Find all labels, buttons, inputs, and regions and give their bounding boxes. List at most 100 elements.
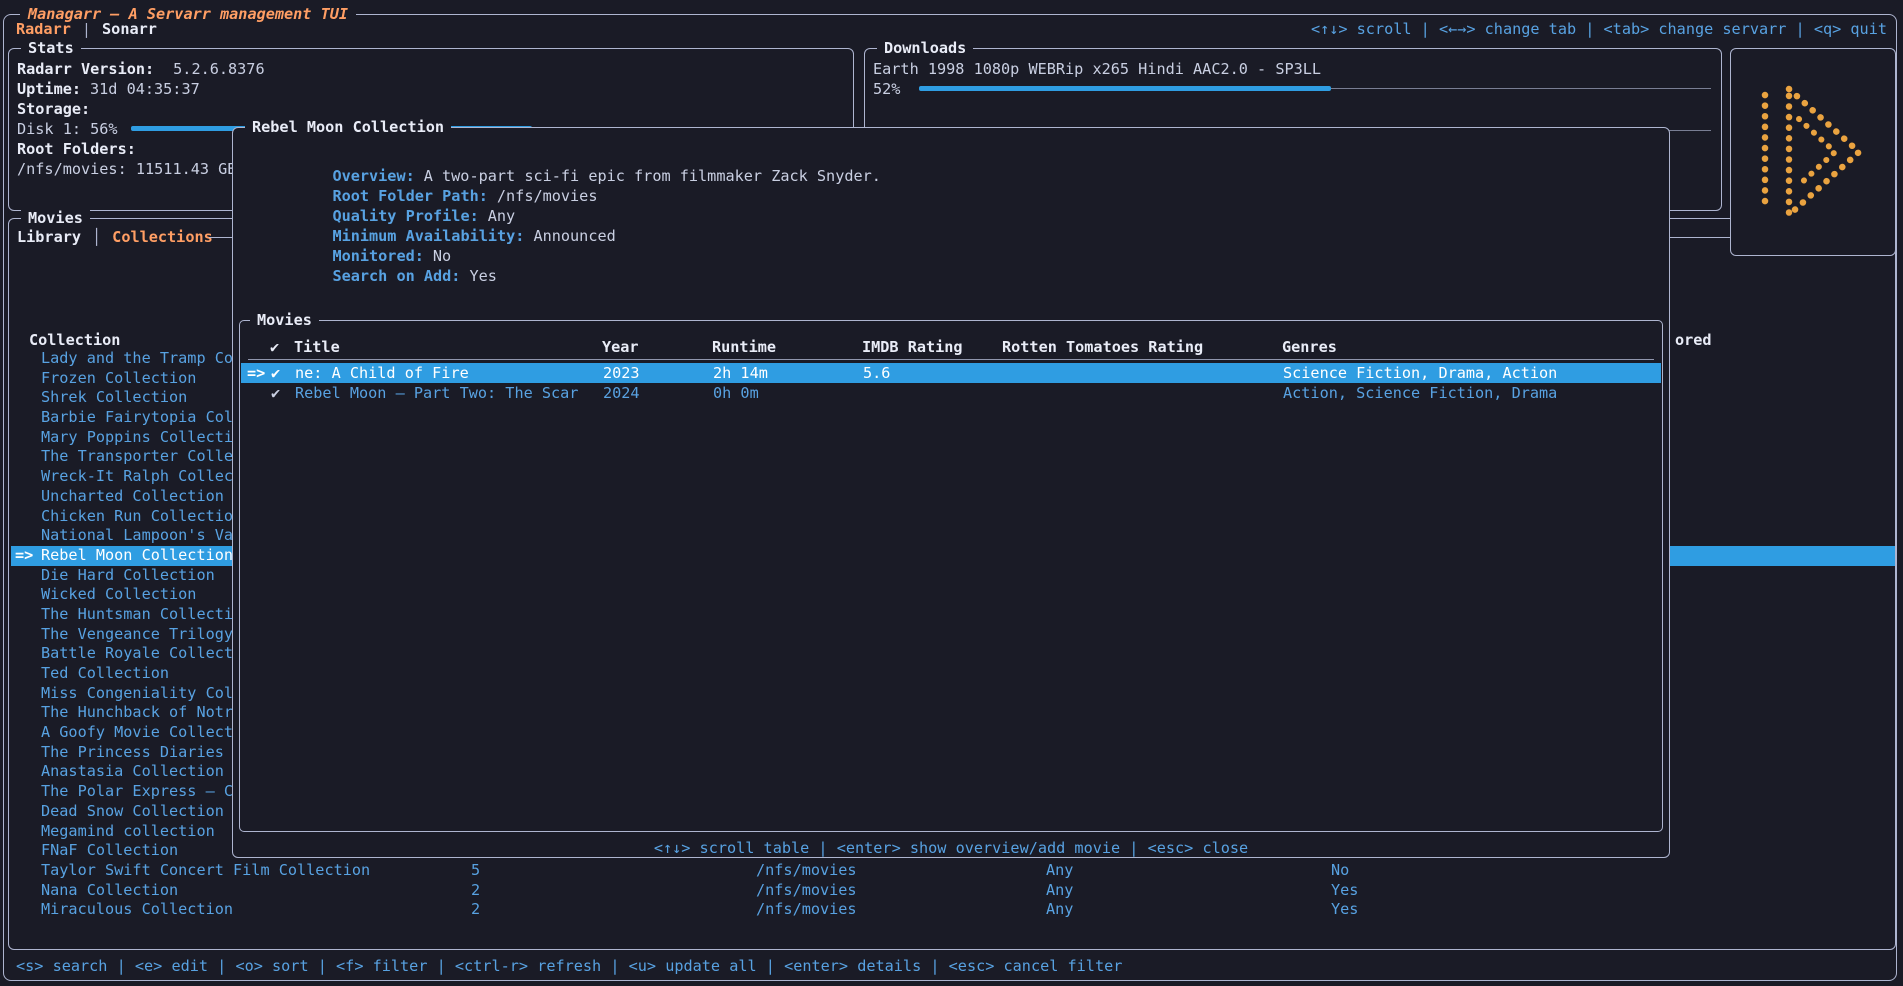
collection-name: Mary Poppins Collecti xyxy=(41,428,233,448)
stat-uptime: Uptime: 31d 04:35:37 xyxy=(17,79,265,99)
header-rotten-tomatoes-rating: Rotten Tomatoes Rating xyxy=(1002,337,1203,357)
app-screen: Managarr – A Servarr management TUI Rada… xyxy=(0,0,1903,986)
movies-tab-label[interactable]: Collections xyxy=(112,228,213,246)
modal-movies-table-header: ✔ Title Year Runtime IMDB Rating Rotten … xyxy=(240,337,1662,357)
movie-imdb-rating: 5.6 xyxy=(863,363,890,383)
collection-name: Battle Royale Collect xyxy=(41,644,233,664)
modal-movie-row[interactable]: => ✔ ne: A Child of Fire 2023 2h 14m 5.6… xyxy=(241,363,1661,383)
movies-tab[interactable]: Collections │ xyxy=(112,228,213,246)
version-label: Radarr Version: xyxy=(17,60,154,78)
tab-separator: │ xyxy=(92,228,101,246)
collection-name: The Polar Express – C xyxy=(41,782,233,802)
collection-name: Chicken Run Collectio xyxy=(41,507,233,527)
modal-field: Overview:A two-part sci-fi epic from fil… xyxy=(241,146,881,166)
modal-movies-table-title: Movies xyxy=(250,311,319,329)
modal-title: Rebel Moon Collection xyxy=(245,118,451,136)
logo-panel xyxy=(1730,48,1896,256)
uptime-label: Uptime: xyxy=(17,80,81,98)
storage-label: Storage: xyxy=(17,99,265,119)
download-progress-gauge xyxy=(919,79,1711,99)
collection-name: Lady and the Tramp Co xyxy=(41,349,233,369)
movies-tab-label[interactable]: Library xyxy=(17,228,81,246)
collection-name: Megamind collection xyxy=(41,822,215,842)
movies-tab[interactable]: Library │ xyxy=(17,228,112,246)
collection-name: Barbie Fairytopia Col xyxy=(41,408,233,428)
collection-name: Frozen Collection xyxy=(41,369,196,389)
root-folder-value: /nfs/movies: 11511.43 GB xyxy=(17,159,265,179)
collection-quality-profile: Any xyxy=(1046,900,1073,920)
collection-name: Uncharted Collection xyxy=(41,487,224,507)
modal-field-value: Any xyxy=(488,207,515,225)
gauge-fill xyxy=(919,86,1331,91)
stat-version: Radarr Version: 5.2.6.8376 xyxy=(17,59,265,79)
collection-name: The Transporter Colle xyxy=(41,447,233,467)
collection-row[interactable]: Miraculous Collection 2 /nfs/movies Any … xyxy=(11,900,1895,920)
collection-root-folder: /nfs/movies xyxy=(756,881,857,901)
collection-root-folder: /nfs/movies xyxy=(756,861,857,881)
version-value: 5.2.6.8376 xyxy=(173,60,264,78)
collection-row[interactable]: Nana Collection 2 /nfs/movies Any Yes xyxy=(11,881,1895,901)
modal-field-label: Monitored: xyxy=(332,247,423,265)
movie-genres: Action, Science Fiction, Drama xyxy=(1283,383,1557,403)
collection-name: The Vengeance Trilogy xyxy=(41,625,233,645)
collection-movie-count: 2 xyxy=(471,900,480,920)
movie-year: 2023 xyxy=(603,363,640,383)
collection-root-folder: /nfs/movies xyxy=(756,900,857,920)
header-runtime: Runtime xyxy=(712,337,776,357)
modal-movies-rows: => ✔ ne: A Child of Fire 2023 2h 14m 5.6… xyxy=(241,363,1661,403)
movie-monitored-check: ✔ xyxy=(271,383,280,403)
header-genres: Genres xyxy=(1282,337,1337,357)
bottom-keybinds: <s> search | <e> edit | <o> sort | <f> f… xyxy=(16,956,1122,976)
movie-runtime: 2h 14m xyxy=(713,363,768,383)
collection-name: Dead Snow Collection xyxy=(41,802,224,822)
download-item-name: Earth 1998 1080p WEBRip x265 Hindi AAC2.… xyxy=(873,59,1321,79)
collection-monitored: No xyxy=(1331,861,1349,881)
modal-field-value: Announced xyxy=(533,227,615,245)
modal-keybinds: <↑↓> scroll table | <enter> show overvie… xyxy=(233,838,1669,858)
movie-genres: Science Fiction, Drama, Action xyxy=(1283,363,1557,383)
collection-movie-count: 5 xyxy=(471,861,480,881)
header-imdb-rating: IMDB Rating xyxy=(862,337,963,357)
collection-name: Shrek Collection xyxy=(41,388,187,408)
selection-marker: => xyxy=(247,363,265,383)
collection-name: The Huntsman Collecti xyxy=(41,605,233,625)
modal-field-label: Quality Profile: xyxy=(332,207,478,225)
modal-field-label: Root Folder Path: xyxy=(332,187,487,205)
collection-name: Anastasia Collection xyxy=(41,762,224,782)
uptime-value: 31d 04:35:37 xyxy=(90,80,200,98)
collection-name: FNaF Collection xyxy=(41,841,178,861)
modal-field-label: Overview: xyxy=(332,167,414,185)
modal-movie-row[interactable]: ✔ Rebel Moon – Part Two: The Scar 2024 0… xyxy=(241,383,1661,403)
collection-details-modal: Rebel Moon Collection Overview:A two-par… xyxy=(232,127,1670,858)
movie-runtime: 0h 0m xyxy=(713,383,759,403)
modal-movies-table: Movies ✔ Title Year Runtime IMDB Rating … xyxy=(239,320,1663,832)
collection-name: Die Hard Collection xyxy=(41,566,215,586)
collection-name: National Lampoon's Va xyxy=(41,526,233,546)
downloads-panel-title: Downloads xyxy=(877,39,973,57)
modal-field-value: /nfs/movies xyxy=(497,187,598,205)
collection-movie-count: 2 xyxy=(471,881,480,901)
collection-name: Rebel Moon Collection xyxy=(41,546,233,566)
movie-year: 2024 xyxy=(603,383,640,403)
modal-field-label: Minimum Availability: xyxy=(332,227,524,245)
collection-name: The Hunchback of Notr xyxy=(41,703,233,723)
collection-quality-profile: Any xyxy=(1046,881,1073,901)
collection-row[interactable]: Taylor Swift Concert Film Collection 5 /… xyxy=(11,861,1895,881)
stats-panel-title: Stats xyxy=(21,39,81,57)
collection-name: Wreck-It Ralph Collec xyxy=(41,467,233,487)
header-title: Title xyxy=(294,337,340,357)
collection-name: Wicked Collection xyxy=(41,585,196,605)
collection-monitored: Yes xyxy=(1331,881,1358,901)
movie-title: ne: A Child of Fire xyxy=(295,363,469,383)
collection-quality-profile: Any xyxy=(1046,861,1073,881)
collection-monitored: Yes xyxy=(1331,900,1358,920)
collections-header-collection: Collection xyxy=(29,331,120,349)
selection-marker: => xyxy=(15,546,33,566)
app-title: Managarr – A Servarr management TUI xyxy=(20,5,356,23)
modal-fields: Overview:A two-part sci-fi epic from fil… xyxy=(241,146,881,266)
modal-field-value: No xyxy=(433,247,451,265)
root-folders-label: Root Folders: xyxy=(17,139,265,159)
header-year: Year xyxy=(602,337,639,357)
collection-name: The Princess Diaries xyxy=(41,743,224,763)
collection-name: A Goofy Movie Collect xyxy=(41,723,233,743)
